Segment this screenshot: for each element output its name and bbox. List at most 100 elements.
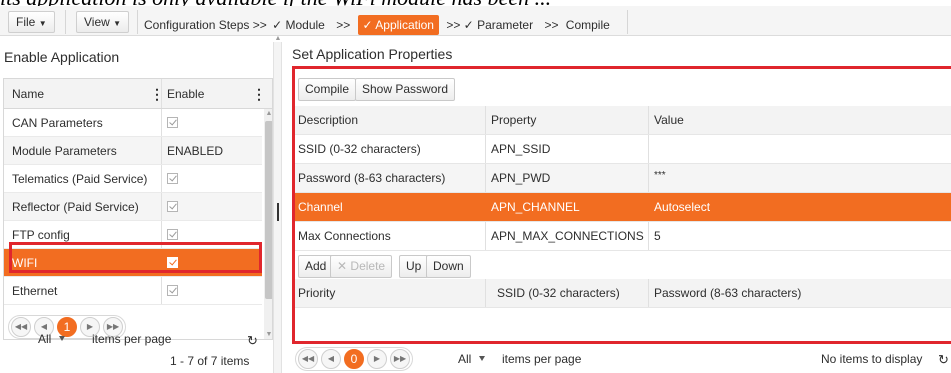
- vertical-scrollbar[interactable]: ▲ ▼: [264, 109, 272, 339]
- scroll-up-icon[interactable]: ▲: [265, 110, 272, 118]
- refresh-icon[interactable]: ↻: [938, 350, 949, 370]
- checkbox-icon[interactable]: [167, 201, 178, 212]
- table-row[interactable]: Ethernet: [4, 277, 262, 305]
- wifi-grid-header: Priority SSID (0-32 characters) Password…: [292, 279, 951, 308]
- step-application[interactable]: ✓ Application: [357, 15, 439, 35]
- checkbox-icon[interactable]: [167, 173, 178, 184]
- toolbar-divider: [137, 10, 138, 34]
- column-divider: [161, 79, 162, 108]
- column-header-priority[interactable]: Priority: [292, 279, 485, 307]
- configuration-steps-breadcrumb: Configuration Steps >> ✓ Module >> ✓ App…: [144, 15, 610, 35]
- table-row[interactable]: Reflector (Paid Service): [4, 193, 262, 221]
- previous-page-icon[interactable]: ◀: [321, 349, 341, 369]
- view-menu-button[interactable]: View ▼: [76, 11, 130, 33]
- row-enable[interactable]: [167, 249, 257, 276]
- column-header-value[interactable]: Value: [648, 106, 948, 134]
- column-menu-icon[interactable]: ⋮: [252, 87, 266, 101]
- chevron-down-icon: [59, 336, 66, 341]
- row-name: Reflector (Paid Service): [12, 200, 139, 214]
- column-header-enable[interactable]: Enable: [167, 79, 257, 108]
- row-name: FTP config: [12, 228, 70, 242]
- application-properties-panel: Compile Show Password Description Proper…: [292, 66, 951, 373]
- table-row[interactable]: FTP config: [4, 221, 262, 249]
- properties-grid-header: Description Property Value: [292, 106, 951, 135]
- page-size-select[interactable]: All: [458, 349, 486, 369]
- row-name: WIFI: [12, 256, 38, 270]
- first-page-icon[interactable]: ◀◀: [298, 349, 318, 369]
- delete-button[interactable]: ✕ Delete: [330, 255, 393, 278]
- table-row[interactable]: Password (8-63 characters) APN_PWD ***: [292, 164, 951, 193]
- sub-grid-toolbar: Add ✕ Delete Up Down: [292, 251, 951, 281]
- table-row-selected[interactable]: Channel APN_CHANNEL Autoselect: [292, 193, 951, 222]
- row-name: Module Parameters: [12, 144, 117, 158]
- panel-splitter[interactable]: ▲: [273, 35, 282, 373]
- step-separator: >>: [336, 18, 351, 32]
- row-name: Telematics (Paid Service): [12, 172, 148, 186]
- checkbox-icon[interactable]: [167, 117, 178, 128]
- move-down-button[interactable]: Down: [426, 255, 471, 278]
- table-row[interactable]: Telematics (Paid Service): [4, 165, 262, 193]
- toolbar-divider: [65, 10, 66, 34]
- next-page-icon[interactable]: ▶: [367, 349, 387, 369]
- show-password-button[interactable]: Show Password: [355, 78, 456, 101]
- column-header-name[interactable]: Name: [12, 79, 162, 108]
- row-enable[interactable]: [167, 165, 257, 192]
- step-configuration: Configuration Steps >>: [144, 18, 267, 32]
- chevron-down-icon: ▼: [38, 19, 47, 28]
- row-enable[interactable]: [167, 109, 257, 136]
- column-header-ssid[interactable]: SSID (0-32 characters): [485, 279, 648, 307]
- chevron-down-icon: [479, 356, 486, 361]
- application-grid: Name ⋮ Enable ⋮ CAN Parameters Module Pa…: [3, 78, 273, 340]
- row-value[interactable]: Autoselect: [648, 193, 948, 221]
- page-size-select[interactable]: All: [38, 329, 66, 349]
- checkbox-icon[interactable]: [167, 257, 178, 268]
- step-compile[interactable]: Compile: [566, 15, 610, 35]
- table-row[interactable]: CAN Parameters: [4, 109, 262, 137]
- grid-header: Name ⋮ Enable ⋮: [4, 79, 272, 109]
- row-property: APN_PWD: [491, 171, 551, 185]
- pager-summary: No items to display: [821, 352, 923, 366]
- table-row[interactable]: Max Connections APN_MAX_CONNECTIONS 5: [292, 222, 951, 251]
- row-enable-status: ENABLED: [167, 144, 224, 158]
- add-button[interactable]: Add: [298, 255, 334, 278]
- checkbox-icon[interactable]: [167, 229, 178, 240]
- column-header-property[interactable]: Property: [485, 106, 648, 134]
- row-value[interactable]: ***: [648, 164, 948, 192]
- column-divider: [161, 165, 162, 192]
- table-row[interactable]: Module Parameters ENABLED: [4, 137, 262, 165]
- row-value[interactable]: [648, 135, 948, 163]
- scroll-down-icon[interactable]: ▼: [265, 331, 272, 339]
- checkbox-icon[interactable]: [167, 285, 178, 296]
- table-row[interactable]: SSID (0-32 characters) APN_SSID: [292, 135, 951, 164]
- table-row-selected[interactable]: WIFI: [4, 249, 262, 277]
- last-page-icon[interactable]: ▶▶: [390, 349, 410, 369]
- row-value[interactable]: 5: [648, 222, 948, 250]
- column-divider: [161, 193, 162, 220]
- toolbar: File ▼ View ▼ Configuration Steps >> ✓ M…: [0, 6, 951, 36]
- page-size-value: All: [458, 352, 472, 366]
- step-parameter[interactable]: >> ✓ Parameter: [446, 15, 533, 35]
- file-menu-button[interactable]: File ▼: [8, 11, 55, 33]
- refresh-icon[interactable]: ↻: [247, 331, 258, 351]
- step-module[interactable]: ✓ Module: [272, 15, 325, 35]
- collapse-up-icon[interactable]: ▲: [274, 35, 282, 42]
- row-name: Ethernet: [12, 284, 58, 298]
- first-page-icon[interactable]: ◀◀: [11, 317, 31, 337]
- pager-summary: 1 - 7 of 7 items: [170, 354, 250, 368]
- pager: ◀◀ ◀ 0 ▶ ▶▶: [295, 347, 413, 371]
- file-menu-label: File: [16, 15, 36, 29]
- toolbar-divider: [627, 10, 628, 34]
- step-separator: >>: [544, 18, 559, 32]
- compile-button[interactable]: Compile: [298, 78, 357, 101]
- delete-button-label: Delete: [350, 259, 386, 273]
- splitter-grip-icon[interactable]: [277, 203, 279, 221]
- scrollbar-thumb[interactable]: [265, 121, 272, 299]
- row-enable[interactable]: [167, 221, 257, 248]
- row-enable[interactable]: [167, 277, 257, 304]
- column-header-password[interactable]: Password (8-63 characters): [648, 279, 948, 307]
- column-header-description[interactable]: Description: [292, 106, 485, 134]
- enable-application-panel: Enable Application Name ⋮ Enable ⋮ CAN P…: [0, 36, 284, 373]
- row-enable[interactable]: [167, 193, 257, 220]
- current-page-button[interactable]: 0: [344, 349, 364, 369]
- move-up-button[interactable]: Up: [399, 255, 429, 278]
